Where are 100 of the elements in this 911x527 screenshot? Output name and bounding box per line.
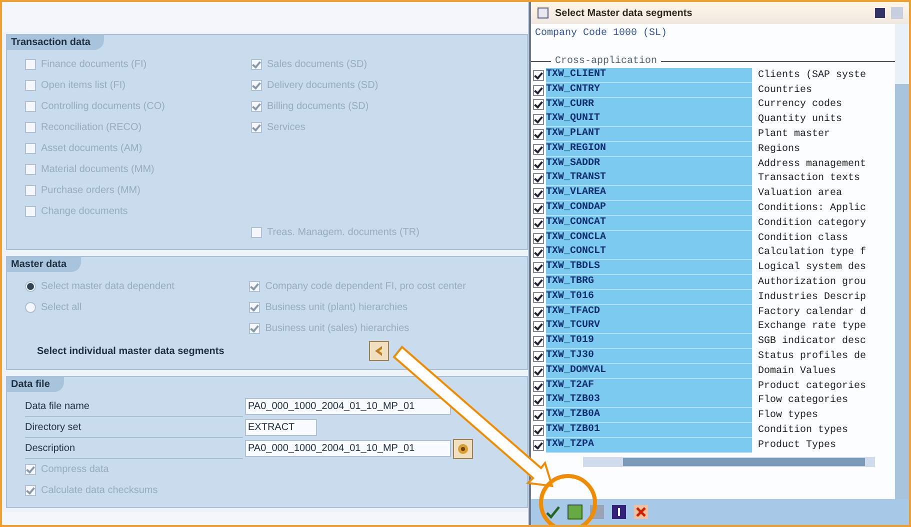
- checkbox[interactable]: [533, 410, 544, 422]
- lookup-button[interactable]: [453, 438, 473, 458]
- checkbox[interactable]: [533, 380, 544, 392]
- section-title: Data file: [7, 377, 64, 392]
- segments-label: Select individual master data segments: [37, 346, 226, 356]
- section-title: Master data: [7, 257, 81, 272]
- checkbox[interactable]: [533, 425, 544, 436]
- segment-name[interactable]: TXW_DOMVAL: [546, 364, 752, 379]
- segment-name[interactable]: TXW_T016: [546, 290, 752, 305]
- field-label: Directory set: [25, 418, 243, 438]
- checkbox[interactable]: [533, 351, 544, 362]
- segment-description: Regions: [757, 144, 800, 155]
- checkbox[interactable]: [533, 321, 544, 332]
- checkbox[interactable]: [533, 84, 544, 96]
- segment-description: Status profiles de: [757, 351, 866, 362]
- segment-name[interactable]: TXW_CONCAT: [546, 216, 752, 231]
- segment-name[interactable]: TXW_T019: [546, 334, 752, 350]
- checkbox[interactable]: [533, 366, 544, 377]
- segment-name[interactable]: TXW_TZB0A: [546, 408, 752, 424]
- segment-name[interactable]: TXW_PLANT: [546, 127, 752, 142]
- segment-description: Industries Descrip: [757, 292, 866, 303]
- segment-description: SGB indicator desc: [757, 336, 866, 348]
- check-icon[interactable]: [545, 504, 561, 520]
- segment-name[interactable]: TXW_CURR: [546, 98, 752, 112]
- segment-description: Factory calendar d: [757, 306, 866, 318]
- segment-description: Flow types: [757, 410, 818, 422]
- segment-name[interactable]: TXW_CONCLA: [546, 230, 752, 246]
- checkbox[interactable]: [533, 440, 544, 451]
- segment-name[interactable]: TXW_TCURV: [546, 319, 752, 334]
- checkbox[interactable]: [533, 114, 544, 126]
- segment-description: Valuation area: [757, 188, 842, 200]
- segment-description: Countries: [757, 84, 812, 96]
- checkbox[interactable]: [533, 129, 544, 140]
- segment-description: Transaction texts: [757, 173, 860, 184]
- segment-description: Exchange rate type: [757, 321, 866, 332]
- segment-description: Clients (SAP syste: [757, 70, 866, 81]
- segment-name[interactable]: TXW_TBDLS: [546, 260, 752, 276]
- segment-name[interactable]: TXW_CLIENT: [546, 68, 752, 83]
- checkbox[interactable]: [533, 306, 544, 318]
- segment-name[interactable]: TXW_TJ30: [546, 349, 752, 364]
- segment-description: Condition class: [757, 232, 848, 244]
- segment-description: Authorization grou: [757, 277, 866, 288]
- checkbox[interactable]: [533, 188, 544, 200]
- checkbox[interactable]: [533, 247, 544, 258]
- segment-description: Logical system des: [757, 262, 866, 274]
- checkbox[interactable]: [533, 292, 544, 303]
- segment-name[interactable]: TXW_CONCLT: [546, 245, 752, 260]
- field-label: Description: [25, 438, 243, 458]
- segment-name[interactable]: TXW_TFACD: [546, 304, 752, 320]
- checkbox[interactable]: [533, 99, 544, 110]
- input-field[interactable]: PA0_000_1000_2004_01_10_MP_01: [245, 440, 451, 457]
- segment-description: Condition category: [757, 218, 866, 229]
- segment-name[interactable]: TXW_T2AF: [546, 378, 752, 394]
- segment-name[interactable]: TXW_REGION: [546, 142, 752, 157]
- checkbox[interactable]: [533, 144, 544, 155]
- cancel-icon[interactable]: [633, 504, 649, 520]
- segment-name[interactable]: TXW_TRANST: [546, 171, 752, 186]
- segment-description: Product categories: [757, 380, 866, 392]
- segment-description: Conditions: Applic: [757, 203, 866, 214]
- segment-description: Condition types: [757, 425, 848, 436]
- checkbox[interactable]: [533, 232, 544, 244]
- segment-description: Quantity units: [757, 114, 842, 126]
- segment-name[interactable]: TXW_CNTRY: [546, 82, 752, 98]
- segment-description: Currency codes: [757, 99, 842, 110]
- section-title: Transaction data: [7, 35, 104, 50]
- checkbox[interactable]: [533, 203, 544, 214]
- segment-name[interactable]: TXW_TZB03: [546, 393, 752, 408]
- window-title: Select Master data segments: [555, 8, 694, 18]
- segment-description: Address management: [757, 158, 866, 170]
- segment-name[interactable]: TXW_VLAREA: [546, 186, 752, 202]
- segment-description: Product Types: [757, 440, 836, 451]
- field-label: Data file name: [25, 396, 243, 416]
- checkbox[interactable]: [533, 262, 544, 274]
- company-code-label: Company Code 1000 (SL): [534, 28, 668, 41]
- checkbox[interactable]: [533, 173, 544, 184]
- group-title: Cross-application: [555, 56, 658, 66]
- segment-name[interactable]: TXW_CONDAP: [546, 201, 752, 216]
- gear-icon: [456, 442, 470, 456]
- segment-description: Plant master: [757, 129, 830, 140]
- input-field[interactable]: EXTRACT: [245, 419, 317, 436]
- checkbox[interactable]: [533, 218, 544, 229]
- segment-name[interactable]: TXW_TBRG: [546, 275, 752, 290]
- checkbox[interactable]: [533, 158, 544, 170]
- segment-description: Domain Values: [757, 366, 836, 377]
- info-icon[interactable]: [611, 504, 627, 520]
- horizontal-scrollbar[interactable]: [583, 456, 875, 467]
- checkbox[interactable]: [533, 70, 544, 81]
- window-icon: [537, 7, 549, 19]
- segments-button[interactable]: [369, 341, 389, 361]
- segment-name[interactable]: TXW_TZPA: [546, 438, 752, 453]
- select-all-icon[interactable]: [567, 504, 583, 520]
- segment-name[interactable]: TXW_SADDR: [546, 156, 752, 172]
- input-field[interactable]: PA0_000_1000_2004_01_10_MP_01: [245, 398, 451, 415]
- checkbox[interactable]: [533, 395, 544, 406]
- checkbox[interactable]: [533, 336, 544, 348]
- segment-description: Flow categories: [757, 395, 848, 406]
- checkbox[interactable]: [533, 277, 544, 288]
- segment-description: Calculation type f: [757, 247, 866, 258]
- segment-name[interactable]: TXW_QUNIT: [546, 112, 752, 128]
- segment-name[interactable]: TXW_TZB01: [546, 423, 752, 438]
